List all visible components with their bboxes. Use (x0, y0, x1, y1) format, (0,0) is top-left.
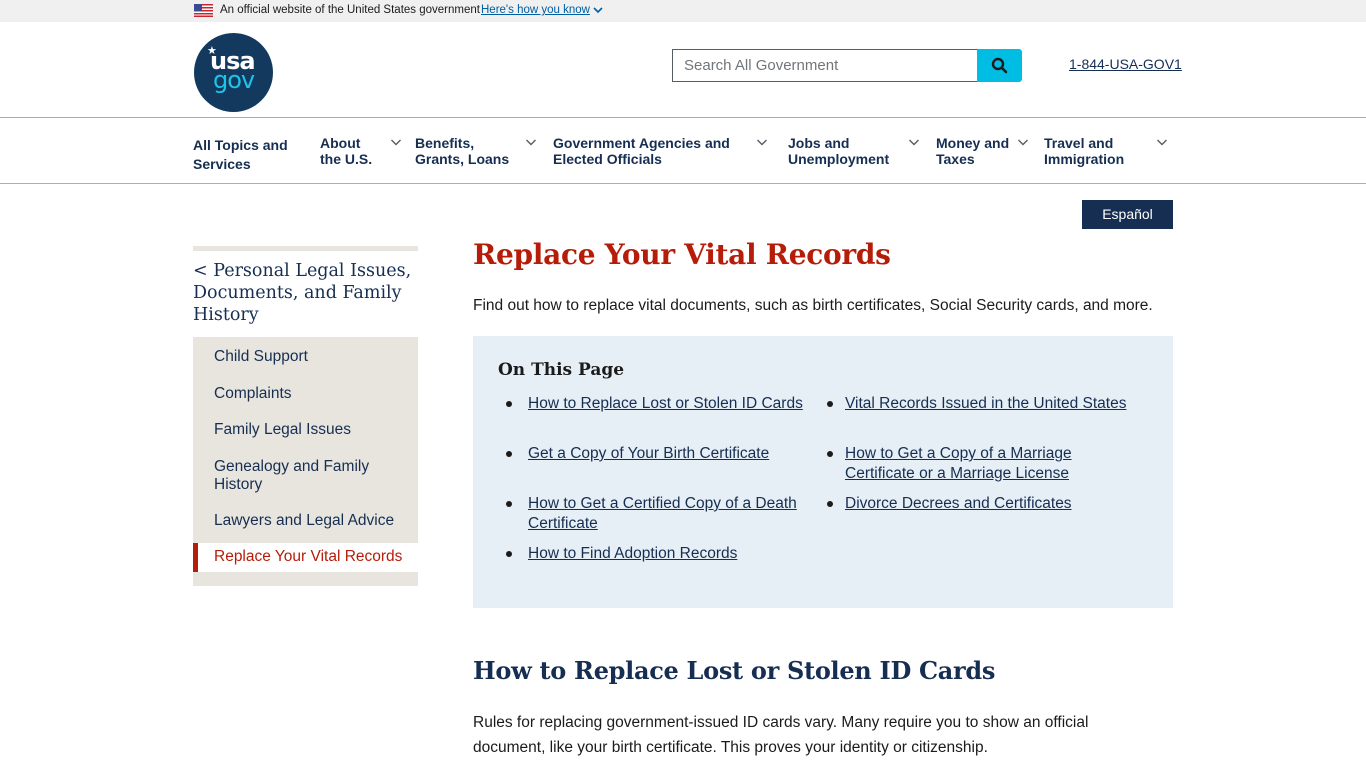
chevron-down-icon[interactable] (1156, 138, 1168, 147)
sidebar-active-label: Replace Your Vital Records (214, 548, 403, 565)
otp-link-marriage-certificate[interactable]: How to Get a Copy of a Marriage Certific… (845, 444, 1090, 484)
sidebar-parent-link[interactable]: < Personal Legal Issues, Documents, and … (193, 260, 418, 326)
on-this-page-box: On This Page How to Replace Lost or Stol… (473, 336, 1173, 608)
otp-link-adoption-records[interactable]: How to Find Adoption Records (528, 544, 808, 564)
nav-label: Elected Officials (553, 150, 662, 167)
nav-jobs[interactable]: Jobs and Unemployment (788, 135, 890, 167)
nav-label: Benefits, (415, 135, 475, 151)
bullet-icon (827, 401, 833, 407)
nav-label: Government Agencies and (553, 135, 730, 151)
bullet-icon (506, 501, 512, 507)
sidebar-top-rule (193, 246, 418, 251)
logo-text-gov: gov (213, 66, 255, 94)
espanol-button[interactable]: Español (1082, 200, 1173, 229)
bullet-icon (506, 401, 512, 407)
chevron-down-icon[interactable] (525, 138, 537, 147)
nav-label: Money and (936, 135, 1010, 151)
sidebar-item-replace-vital-records[interactable]: Replace Your Vital Records (193, 543, 418, 572)
sidebar-item-child-support[interactable]: Child Support (214, 348, 404, 366)
page-intro: Find out how to replace vital documents,… (473, 297, 1153, 314)
nav-government-agencies[interactable]: Government Agencies and Elected Official… (553, 135, 730, 167)
chevron-down-icon[interactable] (756, 138, 768, 147)
nav-label: Travel and (1044, 135, 1114, 151)
search-button[interactable] (977, 49, 1022, 82)
sidebar-item-complaints[interactable]: Complaints (214, 385, 404, 403)
bullet-icon (506, 451, 512, 457)
sidebar-item-family-legal-issues[interactable]: Family Legal Issues (214, 421, 404, 439)
usagov-logo[interactable]: ★ usa gov (194, 33, 273, 112)
chevron-down-icon[interactable] (390, 138, 402, 147)
nav-label: Unemployment (788, 150, 890, 167)
sidebar-nav: Child Support Complaints Family Legal Is… (193, 337, 418, 586)
search-icon (991, 57, 1008, 74)
gov-banner: An official website of the United States… (0, 0, 1366, 22)
nav-label: Immigration (1044, 150, 1125, 167)
official-site-text: An official website of the United States… (220, 4, 480, 16)
nav-label: Taxes (936, 150, 975, 167)
search-input[interactable] (672, 49, 978, 82)
nav-money-taxes[interactable]: Money and Taxes (936, 135, 1010, 167)
otp-link-death-certificate[interactable]: How to Get a Certified Copy of a Death C… (528, 494, 808, 534)
how-you-know-link[interactable]: Here's how you know (481, 4, 590, 16)
chevron-down-icon[interactable] (1017, 138, 1029, 147)
section-paragraph: Rules for replacing government-issued ID… (473, 714, 1089, 756)
nav-all-topics[interactable]: All Topics and Services (193, 137, 288, 172)
sidebar-item-genealogy[interactable]: Genealogy and Family History (214, 458, 404, 494)
nav-benefits[interactable]: Benefits, Grants, Loans (415, 135, 510, 167)
section-heading: How to Replace Lost or Stolen ID Cards (473, 656, 996, 685)
us-flag-icon (194, 4, 213, 17)
chevron-down-icon[interactable] (908, 138, 920, 147)
nav-label: All Topics and (193, 137, 288, 153)
otp-link-birth-certificate[interactable]: Get a Copy of Your Birth Certificate (528, 444, 808, 464)
bullet-icon (827, 501, 833, 507)
bullet-icon (827, 451, 833, 457)
nav-about-us[interactable]: About the U.S. (320, 135, 373, 167)
site-header: ★ usa gov 1-844-USA-GOV1 (0, 22, 1366, 118)
sidebar-item-lawyers[interactable]: Lawyers and Legal Advice (214, 512, 404, 530)
page-title: Replace Your Vital Records (473, 238, 891, 271)
on-this-page-title: On This Page (498, 360, 625, 380)
chevron-down-icon[interactable] (592, 5, 604, 15)
nav-label: Services (193, 155, 251, 172)
nav-travel-immigration[interactable]: Travel and Immigration (1044, 135, 1125, 167)
nav-label: Grants, Loans (415, 150, 510, 167)
nav-label: About (320, 135, 361, 151)
otp-link-vital-records-us[interactable]: Vital Records Issued in the United State… (845, 394, 1145, 414)
nav-label: the U.S. (320, 150, 373, 167)
bullet-icon (506, 551, 512, 557)
phone-link[interactable]: 1-844-USA-GOV1 (1069, 56, 1182, 72)
nav-label: Jobs and (788, 135, 850, 151)
otp-link-lost-stolen-id[interactable]: How to Replace Lost or Stolen ID Cards (528, 394, 808, 414)
otp-link-divorce-decrees[interactable]: Divorce Decrees and Certificates (845, 494, 1145, 514)
main-nav: All Topics and Services About the U.S. B… (0, 118, 1366, 184)
